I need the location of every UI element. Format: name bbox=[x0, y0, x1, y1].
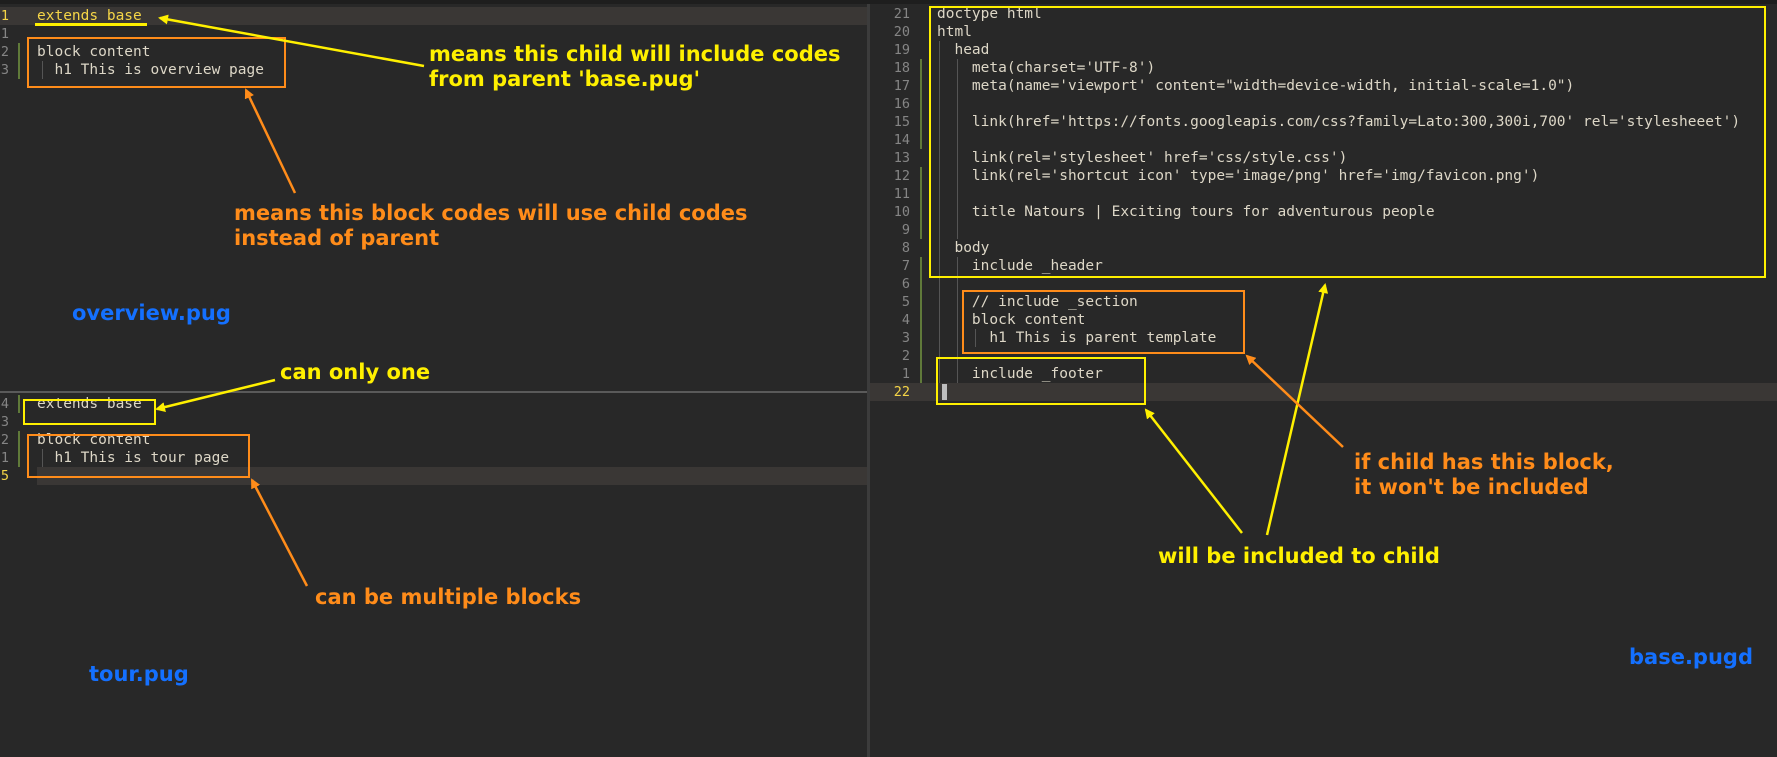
extends-annotation: means this child will include codes from… bbox=[429, 42, 841, 91]
included-annotation: will be included to child bbox=[1158, 544, 1440, 568]
child-block-annotation: if child has this block, it won't be inc… bbox=[1354, 450, 1614, 499]
block-annotation: means this block codes will use child co… bbox=[234, 201, 748, 250]
tour-file-label: tour.pug bbox=[89, 662, 189, 686]
overview-file-label: overview.pug bbox=[72, 301, 231, 325]
annotation-arrows bbox=[155, 14, 1344, 587]
multiple-blocks-annotation: can be multiple blocks bbox=[315, 585, 582, 609]
can-only-one-annotation: can only one bbox=[280, 360, 431, 384]
base-file-label: base.pugd bbox=[1629, 645, 1753, 669]
